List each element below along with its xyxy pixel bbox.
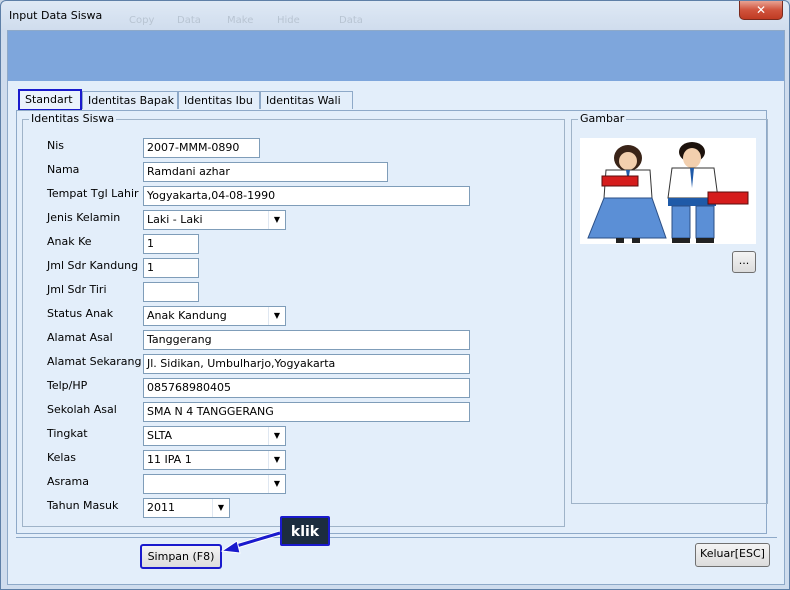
callout-arrow <box>220 530 281 554</box>
callout-text: klik <box>290 524 320 540</box>
window: Input Data Siswa Copy Data Make Hide Dat… <box>0 0 790 590</box>
klik-callout: klik <box>280 516 330 546</box>
